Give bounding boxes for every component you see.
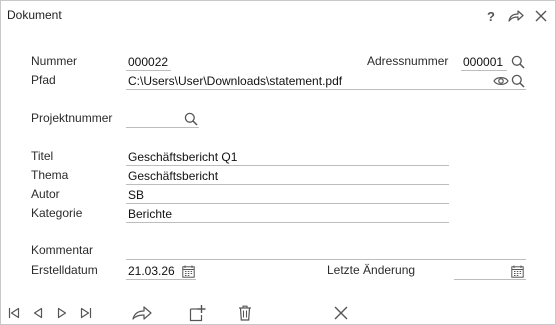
- share-button[interactable]: [507, 7, 525, 25]
- letzte-aenderung-label: Letzte Änderung: [327, 263, 416, 277]
- share-icon: [132, 306, 152, 320]
- adressnummer-field[interactable]: 000001: [463, 55, 503, 69]
- nummer-underline: [126, 70, 171, 71]
- titel-field[interactable]: Geschäftsbericht Q1: [128, 150, 237, 164]
- share-icon: [508, 10, 524, 22]
- kommentar-underline: [126, 259, 526, 260]
- adressnummer-search-button[interactable]: [510, 54, 526, 70]
- calendar-icon: [181, 265, 195, 278]
- erstelldatum-field[interactable]: 21.03.26: [128, 264, 175, 278]
- autor-label: Autor: [31, 187, 60, 201]
- letzte-aenderung-underline: [454, 279, 526, 280]
- next-record-button[interactable]: [52, 303, 72, 323]
- kommentar-label: Kommentar: [31, 243, 94, 257]
- delete-button[interactable]: [235, 303, 255, 323]
- thema-label: Thema: [31, 168, 69, 182]
- kategorie-label: Kategorie: [31, 206, 83, 220]
- erstelldatum-underline: [126, 279, 196, 280]
- title-bar: Dokument ?: [1, 1, 555, 31]
- pfad-underline: [126, 89, 526, 90]
- eye-icon: [493, 77, 509, 85]
- calendar-icon: [510, 265, 524, 278]
- help-button[interactable]: ?: [482, 7, 500, 25]
- autor-field[interactable]: SB: [128, 188, 144, 202]
- titel-underline: [126, 165, 449, 166]
- close-icon: [334, 306, 348, 320]
- kategorie-field[interactable]: Berichte: [128, 207, 172, 221]
- add-document-button[interactable]: [187, 303, 209, 323]
- search-icon: [511, 74, 525, 88]
- erstelldatum-calendar-button[interactable]: [180, 263, 196, 279]
- titel-label: Titel: [31, 149, 54, 163]
- next-record-icon: [57, 307, 67, 319]
- thema-underline: [126, 184, 449, 185]
- search-icon: [184, 112, 198, 126]
- last-record-icon: [80, 307, 92, 319]
- projektnummer-search-button[interactable]: [183, 111, 199, 127]
- pfad-label: Pfad: [31, 73, 56, 87]
- cancel-button[interactable]: [331, 303, 351, 323]
- nummer-label: Nummer: [31, 54, 78, 68]
- adressnummer-label: Adressnummer: [367, 54, 449, 68]
- first-record-button[interactable]: [4, 303, 24, 323]
- previous-record-button[interactable]: [28, 303, 48, 323]
- search-icon: [511, 55, 525, 69]
- document-dialog: Dokument ? Nummer 000022 Adressnummer 00…: [0, 0, 556, 325]
- pfad-view-button[interactable]: [492, 73, 510, 89]
- pfad-field[interactable]: C:\Users\User\Downloads\statement.pdf: [128, 74, 342, 88]
- close-icon: [535, 10, 547, 22]
- add-document-icon: [189, 305, 206, 322]
- kategorie-underline: [126, 222, 449, 223]
- autor-underline: [126, 203, 449, 204]
- dialog-title: Dokument: [7, 8, 62, 22]
- erstelldatum-label: Erstelldatum: [31, 263, 98, 277]
- letzte-aenderung-calendar-button[interactable]: [509, 263, 525, 279]
- close-button[interactable]: [532, 7, 550, 25]
- projektnummer-label: Projektnummer: [31, 111, 113, 125]
- trash-icon: [239, 305, 251, 321]
- previous-record-icon: [33, 307, 43, 319]
- pfad-search-button[interactable]: [510, 73, 526, 89]
- nummer-field[interactable]: 000022: [128, 55, 168, 69]
- forward-button[interactable]: [130, 303, 154, 323]
- first-record-icon: [8, 307, 20, 319]
- adressnummer-underline: [461, 70, 507, 71]
- projektnummer-underline: [126, 127, 199, 128]
- thema-field[interactable]: Geschäftsbericht: [128, 169, 218, 183]
- last-record-button[interactable]: [76, 303, 96, 323]
